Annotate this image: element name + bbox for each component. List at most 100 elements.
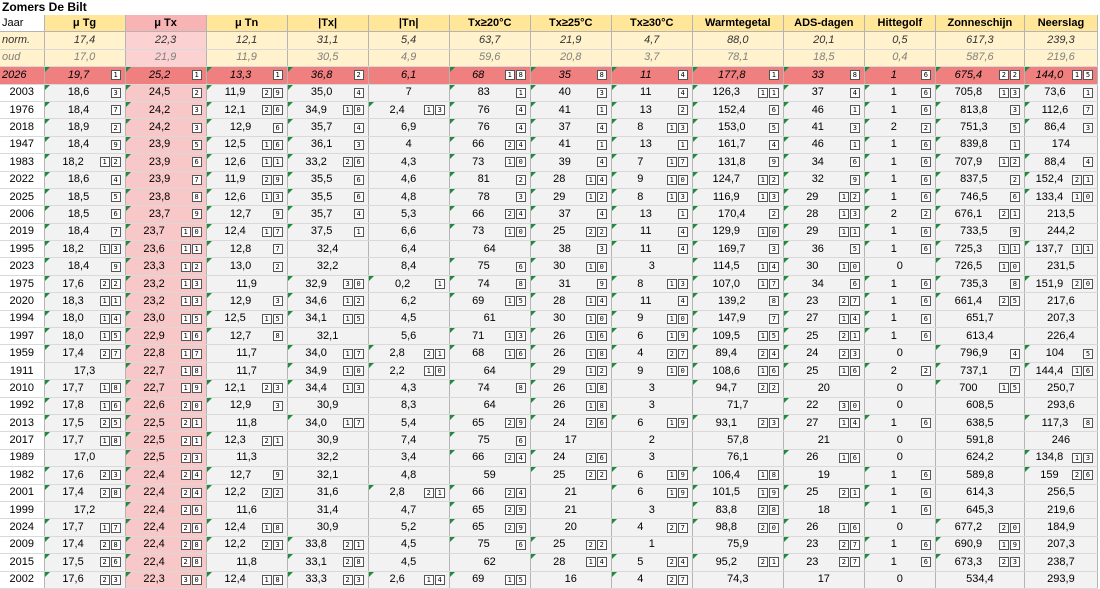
column-header-tx30[interactable]: Tx≥30°C bbox=[611, 15, 693, 33]
cell-ads[interactable]: 33 8 bbox=[783, 66, 865, 85]
cell-tn_abs[interactable]: 0,2 1 bbox=[368, 275, 450, 294]
cell-tx[interactable]: 24,5 2 bbox=[125, 84, 207, 102]
column-header-tx20[interactable]: Tx≥20°C bbox=[449, 15, 531, 33]
cell-wg[interactable]: 98,8 2 0 bbox=[692, 518, 784, 537]
column-header-tx[interactable]: μ Tx bbox=[125, 15, 207, 33]
table-row[interactable]: 1999 17,2 22,4 2 6 11,6 31,4 4,7 65 2 9 21 3 83,8 2 8 18… bbox=[0, 501, 1099, 520]
cell-tn_abs[interactable]: 7 bbox=[368, 84, 450, 102]
cell-tg[interactable]: 17,2 bbox=[44, 501, 126, 520]
cell-ns[interactable]: 144,4 1 6 bbox=[1024, 362, 1099, 381]
cell-tx25[interactable]: 30 1 0 bbox=[530, 257, 612, 276]
cell-tx_abs[interactable]: 30,9 bbox=[287, 431, 369, 450]
cell-ads[interactable]: 23 2 7 bbox=[783, 553, 865, 572]
cell-zon[interactable]: 813,8 3 bbox=[935, 101, 1025, 120]
cell-hg[interactable]: 16 bbox=[864, 414, 936, 433]
table-row[interactable]: 2013 17,5 2 5 22,5 2 1 11,8 34,0 1 7 5,4 65 2 9 24 2 6 6 1 9… bbox=[0, 414, 1099, 433]
table-row[interactable]: 1982 17,6 2 3 22,4 2 4 12,7 9 32,1 4,8 59 25 2 2 6 1 9 106… bbox=[0, 466, 1099, 485]
cell-tx30[interactable]: 11 4 bbox=[611, 84, 693, 102]
cell-ads[interactable]: 27 1 4 bbox=[783, 310, 865, 329]
cell-tn[interactable]: 12,1 2 6 bbox=[206, 101, 288, 120]
cell-tx30[interactable]: 5 24 bbox=[611, 553, 693, 572]
cell-wg[interactable]: 74,3 bbox=[692, 571, 784, 589]
cell-zon[interactable]: 707,9 1 2 bbox=[935, 153, 1025, 172]
cell-tx_abs[interactable]: 35,0 4 bbox=[287, 84, 369, 102]
cell-zon[interactable]: 624,2 bbox=[935, 449, 1025, 468]
cell-ns[interactable]: 133,4 1 0 bbox=[1024, 188, 1099, 207]
cell-tx30[interactable]: 3 bbox=[611, 257, 693, 276]
cell-ads[interactable]: 25 2 1 bbox=[783, 327, 865, 346]
cell-tn_abs[interactable]: 2,2 1 0 bbox=[368, 362, 450, 381]
cell-tx25[interactable]: 28 1 4 bbox=[530, 292, 612, 311]
cell-tn[interactable]: 12,7 8 bbox=[206, 327, 288, 346]
cell-tn_abs[interactable]: 6,6 bbox=[368, 223, 450, 242]
cell-tx25[interactable]: 26 1 8 bbox=[530, 379, 612, 398]
cell-tx20[interactable]: 74 8 bbox=[449, 379, 531, 398]
cell-zon[interactable]: 591,8 bbox=[935, 431, 1025, 450]
table-row[interactable]: 1989 17,0 22,5 2 3 11,3 32,2 3,4 66 2 4 24 2 6 3 76,1 26… bbox=[0, 449, 1099, 468]
cell-tx_abs[interactable]: 36,8 2 bbox=[287, 66, 369, 85]
cell-tg[interactable]: 18,4 9 bbox=[44, 136, 126, 155]
cell-tx20[interactable]: 59 bbox=[449, 466, 531, 485]
cell-tx[interactable]: 22,4 2 6 bbox=[125, 518, 207, 537]
cell-tn_abs[interactable]: 4,6 bbox=[368, 171, 450, 189]
cell-ns[interactable]: 134,8 1 3 bbox=[1024, 449, 1099, 468]
cell-tx30[interactable]: 11 4 bbox=[611, 292, 693, 311]
cell-hg[interactable]: 16 bbox=[864, 66, 936, 85]
cell-tx[interactable]: 23,9 7 bbox=[125, 171, 207, 189]
cell-hg[interactable]: 16 bbox=[864, 536, 936, 555]
cell-wg[interactable]: 177,8 1 bbox=[692, 66, 784, 85]
cell-tx20[interactable]: 76 4 bbox=[449, 118, 531, 137]
cell-wg[interactable]: 124,7 1 2 bbox=[692, 171, 784, 189]
cell-tx_abs[interactable]: 37,5 1 bbox=[287, 223, 369, 242]
cell-ns[interactable]: 207,3 bbox=[1024, 310, 1099, 329]
cell-zon[interactable]: 837,5 2 bbox=[935, 171, 1025, 189]
cell-tx[interactable]: 22,4 2 8 bbox=[125, 553, 207, 572]
cell-tg[interactable]: 17,0 bbox=[44, 449, 126, 468]
cell-wg[interactable]: 139,2 8 bbox=[692, 292, 784, 311]
cell-wg[interactable]: 114,5 1 4 bbox=[692, 257, 784, 276]
cell-hg[interactable]: 16 bbox=[864, 101, 936, 120]
cell-tn[interactable]: 12,9 3 bbox=[206, 397, 288, 415]
cell-tx30[interactable]: 8 13 bbox=[611, 188, 693, 207]
cell-tn[interactable]: 11,9 bbox=[206, 275, 288, 294]
cell-ads[interactable]: 24 2 3 bbox=[783, 344, 865, 363]
cell-tx20[interactable]: 66 2 4 bbox=[449, 449, 531, 468]
cell-wg[interactable]: 76,1 bbox=[692, 449, 784, 468]
cell-ads[interactable]: 28 1 3 bbox=[783, 205, 865, 224]
cell-tn_abs[interactable]: 2,4 1 3 bbox=[368, 101, 450, 120]
table-row[interactable]: 2024 17,7 1 7 22,4 2 6 12,4 1 8 30,9 5,2 65 2 9 20 4 2 7 98… bbox=[0, 518, 1099, 537]
cell-tn[interactable]: 12,3 2 1 bbox=[206, 431, 288, 450]
cell-tx25[interactable]: 20 bbox=[530, 518, 612, 537]
cell-tx[interactable]: 23,0 1 5 bbox=[125, 310, 207, 329]
cell-tx25[interactable]: 25 2 2 bbox=[530, 223, 612, 242]
cell-ns[interactable]: 144,0 1 5 bbox=[1024, 66, 1099, 85]
table-row[interactable]: 2006 18,5 6 23,7 9 12,7 9 35,7 4 5,3 66 2 4 37 4 13 1 170… bbox=[0, 205, 1099, 224]
cell-tn[interactable]: 12,4 1 7 bbox=[206, 223, 288, 242]
cell-tx_abs[interactable]: 35,7 4 bbox=[287, 118, 369, 137]
table-row[interactable]: 2009 17,4 2 8 22,4 2 8 12,2 2 3 33,8 2 1 4,5 75 6 25 2 2 1 7… bbox=[0, 536, 1099, 555]
cell-wg[interactable]: 83,8 2 8 bbox=[692, 501, 784, 520]
cell-zon[interactable]: 690,9 1 9 bbox=[935, 536, 1025, 555]
cell-tn[interactable]: 12,9 6 bbox=[206, 118, 288, 137]
cell-tx_abs[interactable]: 34,0 1 7 bbox=[287, 414, 369, 433]
cell-tn_abs[interactable]: 4 bbox=[368, 136, 450, 155]
cell-tx25[interactable]: 39 4 bbox=[530, 153, 612, 172]
cell-tg[interactable]: 18,0 1 4 bbox=[44, 310, 126, 329]
cell-zon[interactable]: 651,7 bbox=[935, 310, 1025, 329]
cell-ads[interactable]: 46 1 bbox=[783, 101, 865, 120]
cell-tn[interactable]: 13,3 1 bbox=[206, 66, 288, 85]
table-row[interactable]: 2019 18,4 7 23,7 1 0 12,4 1 7 37,5 1 6,6 73 1 0 25 2 2 11 4… bbox=[0, 223, 1099, 242]
cell-tx_abs[interactable]: 32,1 bbox=[287, 466, 369, 485]
cell-hg[interactable]: 0 bbox=[864, 431, 936, 450]
table-row[interactable]: 1992 17,8 1 6 22,6 2 0 12,9 3 30,9 8,3 64 26 1 8 3 71,7 2… bbox=[0, 397, 1099, 415]
cell-tx30[interactable]: 8 13 bbox=[611, 275, 693, 294]
cell-ads[interactable]: 36 5 bbox=[783, 240, 865, 259]
cell-tx25[interactable]: 25 2 2 bbox=[530, 466, 612, 485]
cell-hg[interactable]: 16 bbox=[864, 310, 936, 329]
cell-ads[interactable]: 23 2 7 bbox=[783, 292, 865, 311]
cell-tx_abs[interactable]: 32,4 bbox=[287, 240, 369, 259]
cell-ads[interactable]: 34 6 bbox=[783, 275, 865, 294]
cell-ns[interactable]: 184,9 bbox=[1024, 518, 1099, 537]
cell-tn[interactable]: 12,9 3 bbox=[206, 292, 288, 311]
cell-ns[interactable]: 159 2 6 bbox=[1024, 466, 1099, 485]
